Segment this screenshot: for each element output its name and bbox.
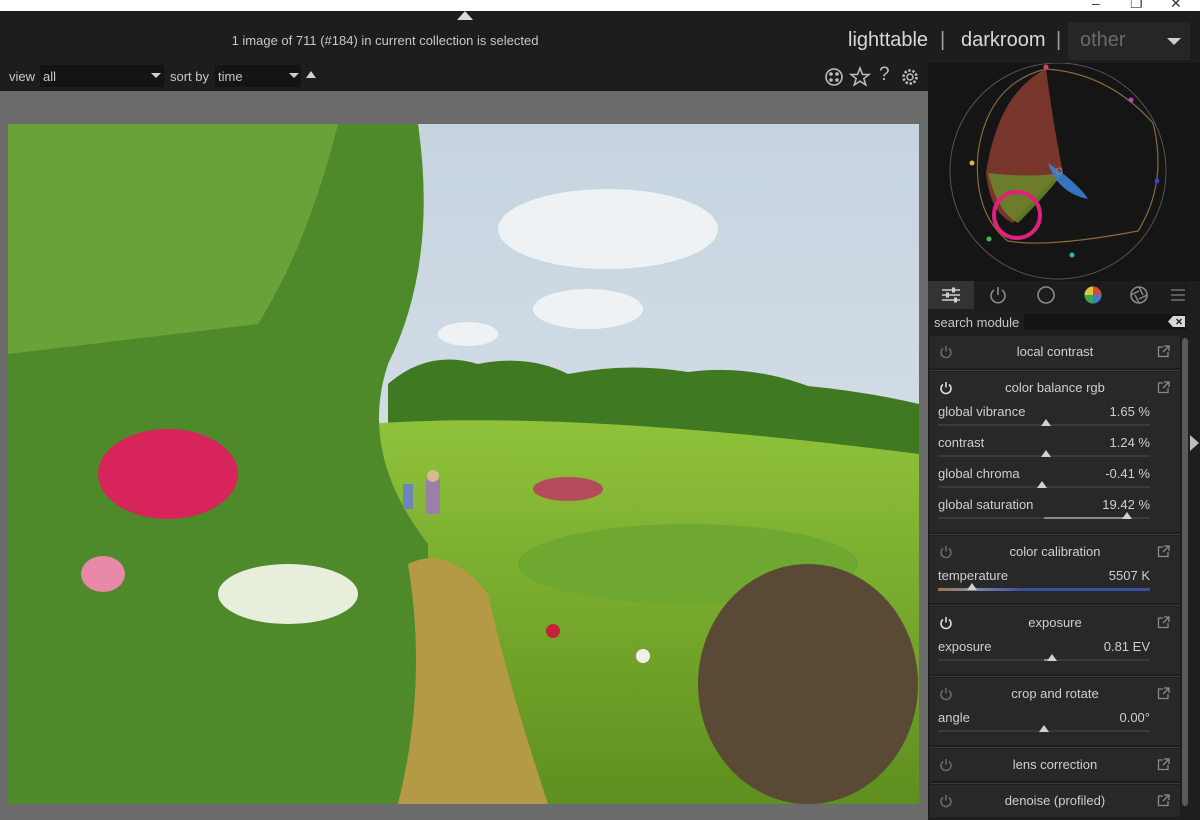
module-title[interactable]: denoise (profiled)	[930, 793, 1180, 808]
module-scrollbar[interactable]	[1182, 338, 1188, 806]
module-power-icon[interactable]	[939, 345, 953, 359]
gear-icon[interactable]	[899, 66, 921, 88]
module-presets-icon[interactable]	[1157, 794, 1170, 807]
module-divider	[930, 747, 1180, 748]
slider-label: angle	[938, 710, 970, 725]
module-presets-icon[interactable]	[1157, 687, 1170, 700]
window-titlebar	[0, 0, 1200, 11]
sort-order-icon[interactable]	[306, 71, 316, 78]
aperture-icon[interactable]	[1128, 284, 1150, 306]
slider-value[interactable]: 19.42 %	[1040, 497, 1150, 512]
slider-handle[interactable]	[1037, 481, 1047, 488]
minimize-button[interactable]: –	[1092, 0, 1100, 11]
slider-handle[interactable]	[967, 583, 977, 590]
help-icon[interactable]: ?	[879, 64, 890, 86]
module-presets-icon[interactable]	[1157, 381, 1170, 394]
module-title[interactable]: local contrast	[930, 344, 1180, 359]
module-power-icon[interactable]	[939, 381, 953, 395]
slider-value[interactable]: -0.41 %	[1040, 466, 1150, 481]
sort-by-value[interactable]: time	[218, 69, 243, 84]
search-module-label: search module	[934, 315, 1020, 330]
color-wheel-icon[interactable]	[1082, 284, 1104, 306]
slider-handle[interactable]	[1041, 450, 1051, 457]
module-power-icon[interactable]	[939, 616, 953, 630]
view-filter-select[interactable]	[40, 65, 164, 87]
module-divider	[930, 534, 1180, 535]
vectorscope-plot	[949, 62, 1167, 280]
search-module-input[interactable]	[1024, 314, 1186, 330]
module-title[interactable]: crop and rotate	[930, 686, 1180, 701]
module-title[interactable]: color calibration	[930, 544, 1180, 559]
slider-value[interactable]: 0.81 EV	[1040, 639, 1150, 654]
selection-status: 1 image of 711 (#184) in current collect…	[231, 33, 539, 48]
menu-icon[interactable]	[1167, 284, 1189, 306]
slider-handle[interactable]	[1039, 725, 1049, 732]
slider-handle[interactable]	[1041, 419, 1051, 426]
presets-icon[interactable]	[823, 66, 845, 88]
vectorscope[interactable]	[928, 62, 1200, 281]
slider-label: global saturation	[938, 497, 1034, 512]
sliders-icon[interactable]	[940, 284, 962, 306]
view-filter-value[interactable]: all	[43, 69, 56, 84]
module-divider	[930, 676, 1180, 677]
slider-label: contrast	[938, 435, 985, 450]
module-power-icon[interactable]	[939, 545, 953, 559]
collapse-top-panel-arrow[interactable]	[457, 11, 473, 20]
slider-value[interactable]: 5507 K	[1040, 568, 1150, 583]
module-presets-icon[interactable]	[1157, 616, 1170, 629]
slider-label: global chroma	[938, 466, 1020, 481]
module-divider	[930, 370, 1180, 371]
slider-label: temperature	[938, 568, 1009, 583]
module-power-icon[interactable]	[939, 794, 953, 808]
clear-search-icon[interactable]	[1168, 315, 1186, 328]
garden-photo	[8, 124, 919, 804]
module-title[interactable]: color balance rgb	[930, 380, 1180, 395]
view-other[interactable]: other	[1080, 29, 1126, 52]
circle-icon[interactable]	[1035, 284, 1057, 306]
module-divider	[930, 605, 1180, 606]
slider-label: exposure	[938, 639, 992, 654]
module-presets-icon[interactable]	[1157, 758, 1170, 771]
module-power-icon[interactable]	[939, 758, 953, 772]
view-darkroom[interactable]: darkroom	[961, 29, 1045, 52]
chevron-down-icon[interactable]	[289, 73, 299, 78]
star-icon[interactable]	[849, 66, 871, 88]
module-title[interactable]: lens correction	[930, 757, 1180, 772]
chevron-down-icon[interactable]	[1167, 38, 1181, 45]
module-presets-icon[interactable]	[1157, 345, 1170, 358]
view-filter-label: view	[9, 69, 36, 84]
view-lighttable[interactable]: lighttable	[848, 29, 928, 52]
module-divider	[930, 783, 1180, 784]
chevron-down-icon[interactable]	[151, 73, 161, 78]
module-presets-icon[interactable]	[1157, 545, 1170, 558]
module-title[interactable]: exposure	[930, 615, 1180, 630]
photo-preview[interactable]	[8, 124, 919, 804]
slider-handle[interactable]	[1047, 654, 1057, 661]
slider-value[interactable]: 0.00°	[1040, 710, 1150, 725]
sort-by-label: sort by	[170, 69, 210, 84]
collapse-right-panel-arrow[interactable]	[1190, 435, 1199, 451]
view-separator: |	[940, 29, 946, 51]
power-icon[interactable]	[987, 284, 1009, 306]
module-power-icon[interactable]	[939, 687, 953, 701]
slider-fill	[1044, 517, 1127, 519]
view-separator: |	[1056, 29, 1062, 51]
slider-value[interactable]: 1.24 %	[1040, 435, 1150, 450]
slider-label: global vibrance	[938, 404, 1026, 419]
slider-value[interactable]: 1.65 %	[1040, 404, 1150, 419]
slider-handle[interactable]	[1122, 512, 1132, 519]
